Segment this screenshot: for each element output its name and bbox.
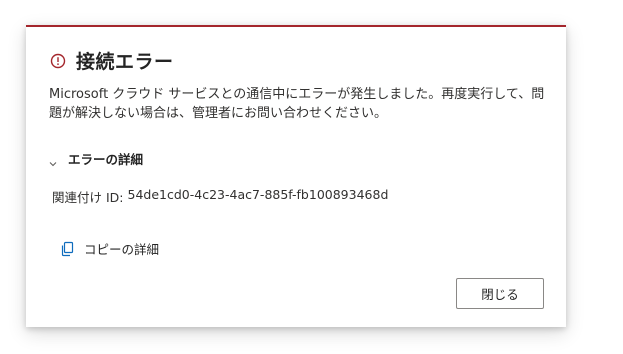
- correlation-id-row: 関連付け ID: 54de1cd0-4c23-4ac7-885f-fb10089…: [52, 187, 388, 206]
- error-details-label: エラーの詳細: [68, 152, 144, 167]
- close-button[interactable]: 閉じる: [456, 278, 544, 309]
- correlation-id-value: 54de1cd0-4c23-4ac7-885f-fb100893468d: [127, 187, 389, 202]
- correlation-id-label: 関連付け ID:: [52, 190, 124, 205]
- error-details-toggle[interactable]: エラーの詳細: [48, 149, 143, 168]
- dialog-header: 接続エラー: [50, 47, 174, 74]
- error-message: Microsoft クラウド サービスとの通信中にエラーが発生しました。再度実行…: [49, 87, 545, 121]
- copy-details-button[interactable]: コピーの詳細: [60, 239, 159, 258]
- copy-details-label: コピーの詳細: [84, 242, 160, 257]
- error-dialog: 接続エラー Microsoft クラウド サービスとの通信中にエラーが発生しまし…: [26, 25, 566, 327]
- dialog-title: 接続エラー: [76, 51, 174, 73]
- chevron-down-icon: [48, 154, 58, 166]
- error-circle-icon: [50, 53, 66, 69]
- copy-icon: [60, 241, 74, 257]
